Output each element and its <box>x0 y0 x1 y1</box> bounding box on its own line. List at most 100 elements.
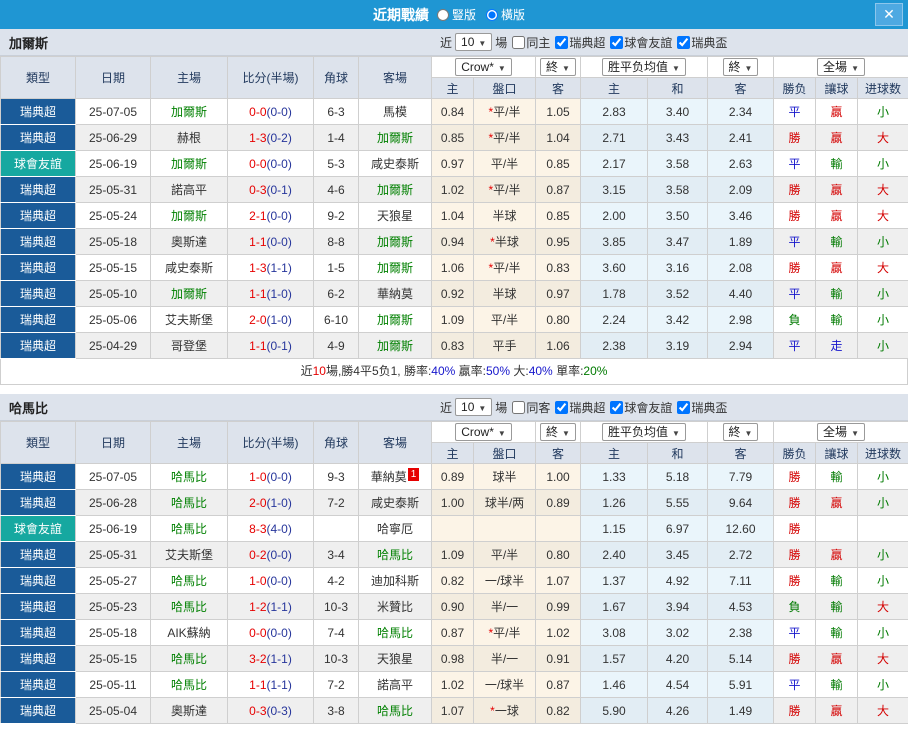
avg-odds-select[interactable]: 胜平负均值 ▼ <box>602 423 686 441</box>
odds-away: 0.85 <box>535 150 581 177</box>
odds-away: 1.02 <box>535 619 581 646</box>
odds-handicap: 平/半 <box>473 306 536 333</box>
final-odds-select-1[interactable]: 終 ▼ <box>540 58 576 76</box>
col-home: 主場 <box>150 421 228 464</box>
odds-company-select[interactable]: Crow* ▼ <box>455 58 512 76</box>
league-checkbox[interactable] <box>610 35 624 49</box>
avg-home: 2.40 <box>580 541 648 568</box>
score: 2-1(0-0) <box>227 202 314 229</box>
away-team: 華納莫 1 <box>358 463 432 490</box>
avg-home: 2.17 <box>580 150 648 177</box>
final-odds-select-2[interactable]: 終 ▼ <box>722 423 759 441</box>
odds-away: 0.89 <box>535 489 581 516</box>
halftime-score: (1-1) <box>266 599 292 614</box>
league-checkbox[interactable] <box>555 400 569 414</box>
avg-draw: 4.92 <box>647 567 708 594</box>
league-filter-allsvenskan-2[interactable]: 瑞典超 <box>553 399 605 416</box>
fulltime-score: 1-3 <box>249 260 267 275</box>
result-handicap: 輸 <box>815 671 858 698</box>
match-row: 瑞典超 25-05-24 加爾斯 2-1(0-0) 9-2 天狼星 1.04 半… <box>0 202 908 229</box>
result-goals: 小 <box>856 489 908 516</box>
league-filter-cup-2[interactable]: 瑞典盃 <box>675 399 727 416</box>
col-odds-away: 客 <box>535 442 581 464</box>
league-filter-friendly-1[interactable]: 球會友誼 <box>608 34 672 51</box>
league-filter-allsvenskan-1[interactable]: 瑞典超 <box>553 34 605 51</box>
halftime-score: (1-1) <box>266 677 292 692</box>
match-date: 25-05-18 <box>75 228 151 255</box>
fulltime-score: 1-2 <box>249 599 267 614</box>
horizontal-radio[interactable] <box>486 8 498 21</box>
match-count-select-2[interactable]: 10 ▼ <box>455 398 493 416</box>
result-goals: 小 <box>856 332 908 359</box>
odds-handicap: 半/一 <box>473 645 536 672</box>
result-handicap <box>815 515 858 542</box>
table-body-1: 瑞典超 25-07-05 加爾斯 0-0(0-0) 6-3 馬模 0.84 *平… <box>0 98 908 359</box>
result-handicap: 贏 <box>815 98 858 125</box>
odds-home: 1.06 <box>431 254 474 281</box>
scope-select[interactable]: 全場 ▼ <box>817 423 865 441</box>
result-outcome: 平 <box>773 150 816 177</box>
league-filter-cup-1[interactable]: 瑞典盃 <box>675 34 727 51</box>
odds-handicap: 球半/两 <box>473 489 536 516</box>
fulltime-score: 2-0 <box>249 312 267 327</box>
halftime-score: (4-0) <box>266 521 292 536</box>
odds-away: 1.06 <box>535 332 581 359</box>
away-team: 加爾斯 <box>358 306 432 333</box>
col-avg-away: 客 <box>707 77 774 99</box>
chevron-down-icon: ▼ <box>851 429 859 438</box>
same-venue-checkbox-2[interactable] <box>512 400 526 414</box>
away-team: 咸史泰斯 <box>358 489 432 516</box>
league-filter-friendly-2[interactable]: 球會友誼 <box>608 399 672 416</box>
league-badge: 瑞典超 <box>0 176 76 203</box>
league-badge: 瑞典超 <box>0 98 76 125</box>
avg-home: 3.85 <box>580 228 648 255</box>
avg-draw: 3.19 <box>647 332 708 359</box>
layout-horizontal-option[interactable]: 橫版 <box>486 6 525 23</box>
result-outcome: 勝 <box>773 515 816 542</box>
same-venue-option-1[interactable]: 同主 <box>510 34 550 51</box>
halftime-score: (0-2) <box>266 130 292 145</box>
avg-home: 2.83 <box>580 98 648 125</box>
avg-away: 4.53 <box>707 593 774 620</box>
avg-home: 1.37 <box>580 567 648 594</box>
match-date: 25-06-29 <box>75 124 151 151</box>
vertical-radio[interactable] <box>436 8 449 21</box>
league-badge: 瑞典超 <box>0 463 76 490</box>
avg-odds-select[interactable]: 胜平负均值 ▼ <box>602 58 686 76</box>
league-checkbox[interactable] <box>555 35 569 49</box>
fulltime-score: 1-3 <box>249 130 267 145</box>
same-venue-checkbox-1[interactable] <box>512 35 526 49</box>
match-row: 瑞典超 25-05-31 諾高平 0-3(0-1) 4-6 加爾斯 1.02 *… <box>0 176 908 203</box>
corner-count <box>313 515 359 542</box>
match-count-select-1[interactable]: 10 ▼ <box>455 33 493 51</box>
halftime-score: (0-0) <box>266 104 292 119</box>
away-team: 加爾斯 <box>358 176 432 203</box>
col-score: 比分(半場) <box>227 56 314 99</box>
match-row: 瑞典超 25-05-27 哈馬比 1-0(0-0) 4-2 迪加科斯 0.82 … <box>0 567 908 594</box>
close-button[interactable]: ✕ <box>875 3 903 26</box>
scope-select[interactable]: 全場 ▼ <box>817 58 865 76</box>
league-badge: 瑞典超 <box>0 306 76 333</box>
layout-vertical-option[interactable]: 豎版 <box>436 6 476 23</box>
odds-away: 0.82 <box>535 697 581 724</box>
avg-draw: 4.54 <box>647 671 708 698</box>
final-odds-select-1[interactable]: 終 ▼ <box>540 423 576 441</box>
result-goals: 小 <box>856 98 908 125</box>
league-checkbox[interactable] <box>610 400 624 414</box>
avg-draw: 3.45 <box>647 541 708 568</box>
odds-company-select[interactable]: Crow* ▼ <box>455 423 512 441</box>
league-checkbox[interactable] <box>677 35 691 49</box>
home-team: 加爾斯 <box>150 150 228 177</box>
col-avg-away: 客 <box>707 442 774 464</box>
odds-home: 0.92 <box>431 280 474 307</box>
result-handicap: 輸 <box>815 619 858 646</box>
league-checkbox[interactable] <box>677 400 691 414</box>
match-row: 球會友誼 25-06-19 加爾斯 0-0(0-0) 5-3 咸史泰斯 0.97… <box>0 150 908 177</box>
match-row: 瑞典超 25-05-15 哈馬比 3-2(1-1) 10-3 天狼星 0.98 … <box>0 645 908 672</box>
same-venue-option-2[interactable]: 同客 <box>510 399 550 416</box>
corner-count: 6-10 <box>313 306 359 333</box>
match-date: 25-06-19 <box>75 150 151 177</box>
horizontal-radio-label: 橫版 <box>501 8 526 22</box>
final-odds-select-2[interactable]: 終 ▼ <box>722 58 759 76</box>
odds-handicap <box>473 515 536 542</box>
